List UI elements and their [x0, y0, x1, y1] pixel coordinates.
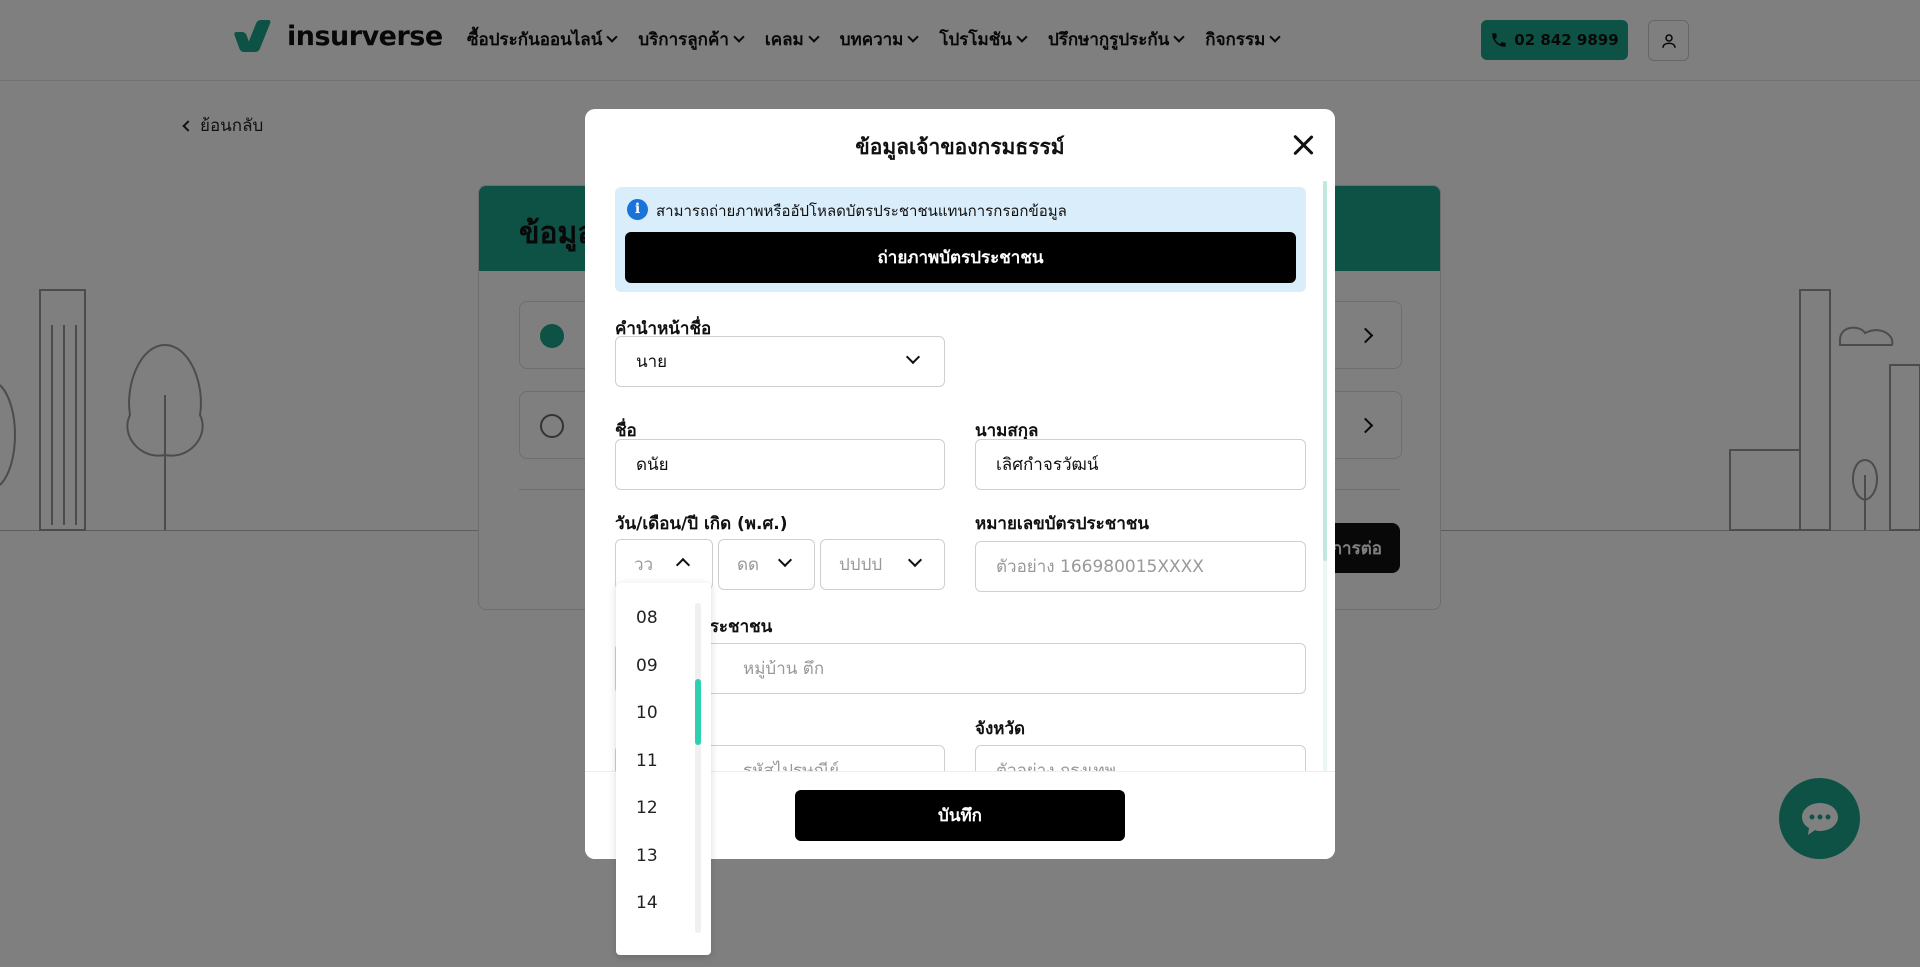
day-option[interactable]: 12 [636, 798, 658, 818]
idcard-label: หมายเลขบัตรประชาชน [975, 514, 1150, 534]
chevron-down-icon [907, 552, 923, 568]
chevron-down-icon [777, 552, 793, 568]
day-dropdown-list[interactable]: 08 09 10 11 12 13 14 [616, 583, 711, 955]
day-option[interactable]: 10 [636, 703, 658, 723]
province-placeholder: ตัวอย่าง กรุงเทพ [996, 761, 1116, 771]
day-option[interactable]: 11 [636, 751, 658, 771]
dropdown-scrollbar-thumb[interactable] [695, 679, 701, 745]
address-input[interactable]: หมู่บ้าน ตึก [615, 643, 1306, 694]
province-label: จังหวัด [975, 719, 1026, 739]
address-placeholder: หมู่บ้าน ตึก [743, 659, 825, 679]
take-id-card-photo-button[interactable]: ถ่ายภาพบัตรประชาชน [625, 232, 1296, 283]
idcard-input[interactable]: ตัวอย่าง 166980015XXXX [975, 541, 1306, 592]
dob-label: วัน/เดือน/ปี เกิด (พ.ศ.) [615, 514, 788, 534]
close-icon[interactable] [1289, 131, 1317, 159]
dob-year-placeholder: ปปปป [839, 555, 883, 575]
firstname-value: ดนัย [636, 455, 669, 475]
chat-bubble-icon [1801, 802, 1838, 835]
district-placeholder: รหัสไปรษณีย์ [743, 761, 840, 771]
modal-title: ข้อมูลเจ้าของกรมธรรม์ [855, 135, 1065, 159]
info-icon: i [627, 199, 648, 220]
idcard-placeholder: ตัวอย่าง 166980015XXXX [996, 557, 1204, 577]
day-option[interactable]: 08 [636, 608, 658, 628]
dob-day-placeholder: วว [634, 555, 654, 575]
prefix-select[interactable]: นาย [615, 336, 945, 387]
modal-scrollbar-thumb[interactable] [1323, 181, 1327, 561]
firstname-input[interactable]: ดนัย [615, 439, 945, 490]
chevron-up-icon [675, 557, 691, 573]
day-option[interactable]: 13 [636, 846, 658, 866]
chat-button[interactable] [1779, 778, 1860, 859]
dob-year-select[interactable]: ปปปป [820, 539, 945, 590]
save-button[interactable]: บันทึก [795, 790, 1125, 841]
info-box: i สามารถถ่ายภาพหรืออัปโหลดบัตรประชาชนแทน… [615, 187, 1306, 292]
day-option[interactable]: 14 [636, 893, 658, 913]
dob-month-select[interactable]: ดด [718, 539, 815, 590]
info-text: สามารถถ่ายภาพหรืออัปโหลดบัตรประชาชนแทนกา… [656, 202, 1067, 220]
lastname-value: เลิศกำจรวัฒน์ [996, 455, 1099, 475]
prefix-value: นาย [636, 352, 668, 372]
dob-month-placeholder: ดด [737, 555, 760, 575]
chevron-down-icon [905, 349, 921, 365]
lastname-input[interactable]: เลิศกำจรวัฒน์ [975, 439, 1306, 490]
province-input[interactable]: ตัวอย่าง กรุงเทพ [975, 745, 1306, 771]
dropdown-scrollbar-track[interactable] [695, 603, 701, 933]
day-option[interactable]: 09 [636, 656, 658, 676]
